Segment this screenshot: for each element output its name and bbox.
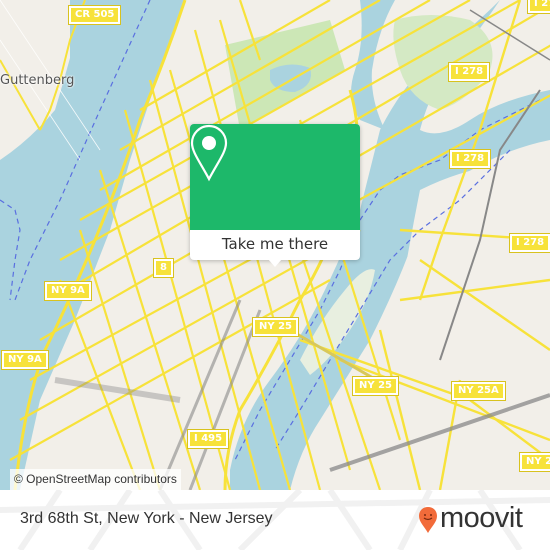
road-shield-i-278-mid2: I 278 (448, 149, 492, 169)
road-shield-i-278-top: I 278 (526, 0, 550, 14)
road-shield-ny-25-left: NY 25 (251, 317, 300, 337)
road-shield-ny-25-bottom: NY 25 (518, 452, 550, 472)
location-pin-icon (190, 124, 228, 182)
road-shield-cr-505: CR 505 (67, 5, 122, 25)
location-title: 3rd 68th St, New York - New Jersey (20, 510, 273, 527)
road-shield-i-495: I 495 (186, 429, 230, 449)
popup-pointer (268, 259, 282, 267)
place-label-guttenberg: Guttenberg (0, 73, 75, 88)
road-shield-ny-25-right: NY 25 (351, 376, 400, 396)
road-shield-i-278-right: I 278 (508, 233, 550, 253)
moovit-wordmark: moovit (440, 502, 523, 534)
moovit-pin-icon (419, 507, 437, 533)
map-attribution[interactable]: © OpenStreetMap contributors (10, 469, 181, 490)
road-shield-route-8: 8 (153, 258, 174, 278)
map-view[interactable]: Guttenberg CR 505 I 278 I 278 I 278 I 27… (0, 0, 550, 490)
road-shield-i-278-mid: I 278 (447, 62, 491, 82)
footer-bar: 3rd 68th St, New York - New Jersey moovi… (0, 490, 550, 550)
take-me-there-button[interactable]: Take me there (190, 230, 360, 260)
popup-header (190, 124, 360, 230)
road-shield-ny-9a-upper: NY 9A (44, 281, 92, 301)
location-popup: Take me there (190, 124, 360, 267)
road-shield-ny-9a-lower: NY 9A (1, 350, 49, 370)
road-shield-ny-25a: NY 25A (451, 381, 506, 401)
